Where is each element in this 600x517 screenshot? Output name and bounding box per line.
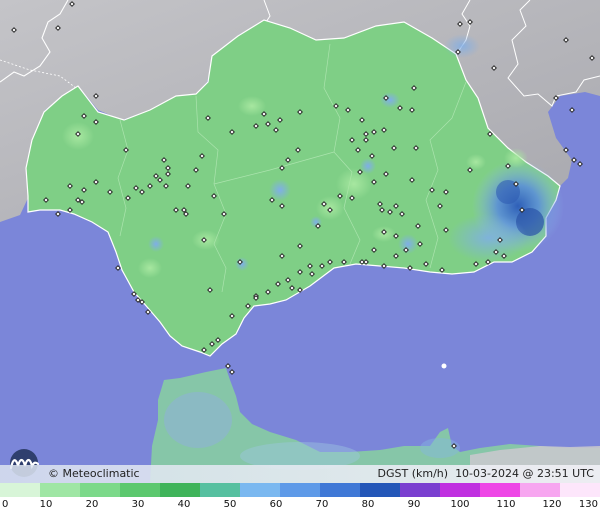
scale-swatch bbox=[240, 483, 281, 497]
scale-swatch bbox=[400, 483, 441, 497]
scale-tick-label: 130 bbox=[578, 499, 598, 510]
scale-swatch bbox=[0, 483, 41, 497]
scale-swatch bbox=[560, 483, 600, 497]
scale-swatch bbox=[280, 483, 321, 497]
scale-tick-label: 100 bbox=[450, 499, 470, 510]
scale-swatch bbox=[160, 483, 201, 497]
scale-tick-label: 90 bbox=[407, 499, 421, 510]
scale-swatch bbox=[200, 483, 241, 497]
scale-swatch bbox=[440, 483, 481, 497]
scale-swatch bbox=[120, 483, 161, 497]
scale-swatch bbox=[360, 483, 401, 497]
gust-area-ne bbox=[444, 34, 480, 58]
scale-tick-label: 0 bbox=[2, 499, 9, 510]
gust-area-coast bbox=[448, 214, 528, 262]
scale-swatch bbox=[40, 483, 81, 497]
scale-tick-label: 30 bbox=[131, 499, 145, 510]
map-caption: DGST (km/h) 10-03-2024 @ 23:51 UTC bbox=[378, 465, 594, 483]
scale-tick-label: 10 bbox=[39, 499, 53, 510]
scale-swatch bbox=[80, 483, 121, 497]
alboran-island bbox=[441, 363, 447, 369]
scale-tick-label: 40 bbox=[177, 499, 191, 510]
scale-tick-label: 80 bbox=[361, 499, 375, 510]
scale-tick-label: 70 bbox=[315, 499, 329, 510]
scale-tick-label: 60 bbox=[269, 499, 283, 510]
scale-tick-label: 20 bbox=[85, 499, 99, 510]
info-bar: © Meteoclimatic DGST (km/h) 10-03-2024 @… bbox=[0, 465, 600, 483]
color-scale: 0 10 20 30 40 50 60 70 80 90 100 110 120 130 bbox=[0, 483, 600, 517]
scale-tick-label: 50 bbox=[223, 499, 237, 510]
timestamp-label: 10-03-2024 @ 23:51 UTC bbox=[455, 467, 594, 480]
color-scale-bar bbox=[0, 483, 600, 497]
brand-label: © Meteoclimatic bbox=[48, 467, 140, 480]
scale-swatch bbox=[320, 483, 361, 497]
parameter-label: DGST (km/h) bbox=[377, 467, 449, 480]
scale-tick-label: 110 bbox=[496, 499, 516, 510]
scale-swatch bbox=[480, 483, 521, 497]
scale-tick-label: 120 bbox=[542, 499, 562, 510]
wind-gust-map bbox=[0, 0, 600, 517]
scale-swatch bbox=[520, 483, 561, 497]
